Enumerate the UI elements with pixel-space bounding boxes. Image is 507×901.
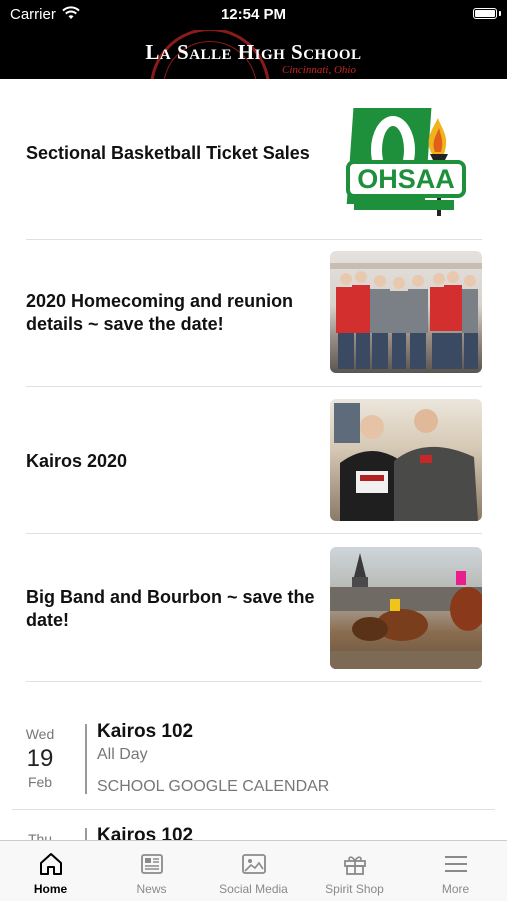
news-item[interactable]: Sectional Basketball Ticket Sales OHSAA (26, 94, 482, 240)
app-header: La Salle High School Cincinnati, Ohio (0, 30, 507, 79)
tab-news[interactable]: News (101, 841, 202, 901)
status-bar: Carrier 12:54 PM (0, 0, 507, 30)
school-location: Cincinnati, Ohio (282, 64, 356, 76)
tab-label: Home (33, 882, 68, 896)
event-title: Kairos 102 (97, 825, 194, 840)
news-item[interactable]: 2020 Homecoming and reunion details ~ sa… (26, 240, 482, 387)
tab-label: More (441, 882, 470, 896)
tab-social-media[interactable]: Social Media (203, 841, 304, 901)
image-icon (242, 854, 266, 874)
school-name: La Salle High School (145, 40, 362, 64)
news-title: Big Band and Bourbon ~ save the date! (26, 587, 315, 630)
tab-bar: Home News Social Media Spirit Shop More (0, 840, 507, 901)
home-icon (40, 853, 62, 875)
news-title: 2020 Homecoming and reunion details ~ sa… (26, 291, 294, 334)
event-item[interactable]: Wed 19 Feb Kairos 102 All Day SCHOOL GOO… (0, 712, 507, 810)
tab-label: Spirit Shop (325, 882, 384, 896)
tab-home[interactable]: Home (0, 841, 101, 901)
event-weekday: Wed (25, 726, 55, 742)
news-title: Sectional Basketball Ticket Sales (26, 143, 310, 163)
tab-label: Social Media (219, 882, 288, 896)
kairos-photo (330, 399, 482, 521)
event-day: 19 (26, 745, 54, 772)
tab-more[interactable]: More (405, 841, 506, 901)
event-item[interactable]: Thu Kairos 102 (0, 810, 507, 840)
tab-spirit-shop[interactable]: Spirit Shop (304, 841, 405, 901)
ohsaa-logo: OHSAA (344, 100, 470, 224)
horse-race-photo (330, 547, 482, 669)
gift-icon (344, 856, 366, 875)
event-calendar: SCHOOL GOOGLE CALENDAR (97, 778, 330, 795)
homecoming-photo (330, 251, 482, 373)
event-title: Kairos 102 (97, 721, 194, 742)
event-weekday: Thu (27, 831, 53, 840)
ohsaa-logo-text: OHSAA (357, 164, 455, 194)
event-month: Feb (27, 774, 53, 790)
battery-icon (473, 8, 497, 19)
menu-icon (445, 856, 467, 872)
news-item[interactable]: Big Band and Bourbon ~ save the date! (26, 534, 482, 682)
news-item[interactable]: Kairos 2020 (26, 387, 482, 534)
event-time: All Day (97, 746, 148, 763)
tab-label: News (136, 882, 167, 896)
status-time: 12:54 PM (220, 6, 287, 23)
newspaper-icon (141, 854, 163, 874)
news-title: Kairos 2020 (26, 451, 128, 471)
